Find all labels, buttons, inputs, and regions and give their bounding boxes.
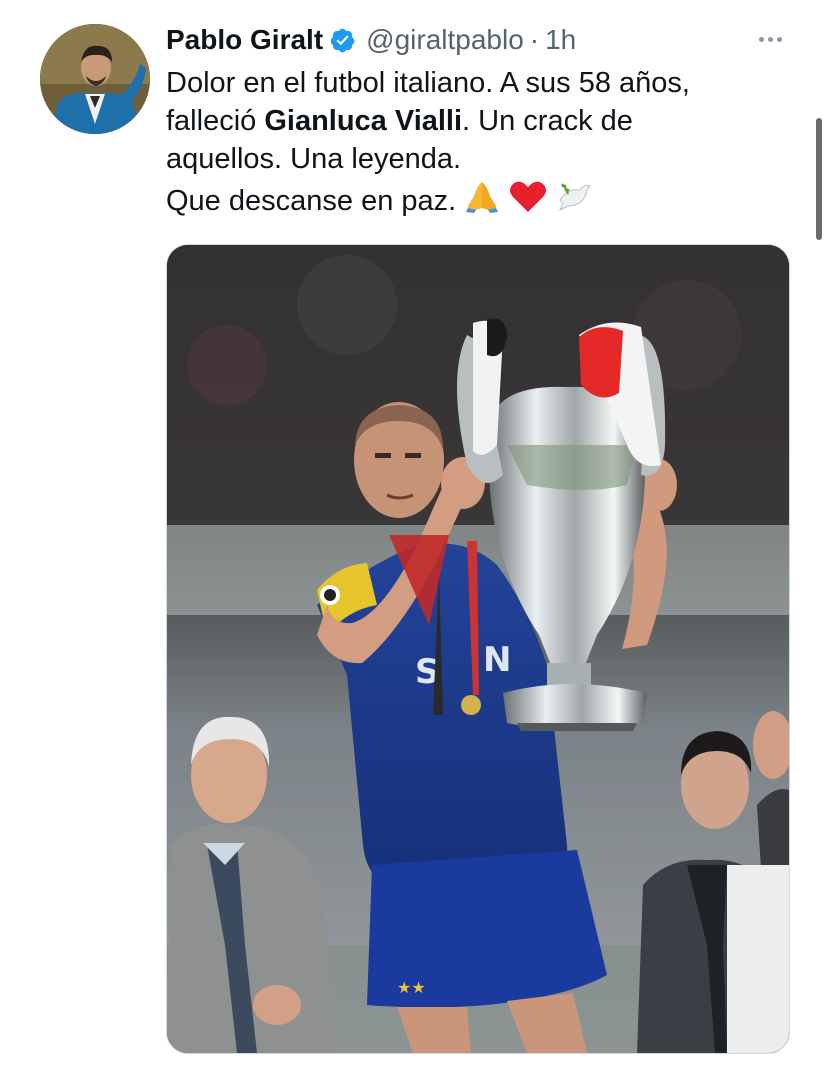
page-scrollbar[interactable] — [816, 118, 822, 240]
tweet-text-segment: falleció — [166, 105, 265, 137]
tweet-text-segment: Que descanse en paz. — [166, 185, 457, 217]
tweet-text-line-1: Dolor en el futbol italiano. A sus 58 añ… — [166, 67, 690, 99]
more-options-icon[interactable] — [752, 24, 788, 54]
tweet-text-line-2: falleció Gianluca Vialli. Un crack de — [166, 102, 796, 140]
dove-emoji — [559, 183, 592, 212]
tweet-text-line-4: Que descanse en paz. — [166, 178, 796, 220]
tweet-text: Dolor en el futbol italiano. A sus 58 añ… — [166, 64, 796, 220]
tweet[interactable]: Pablo Giralt @giraltpablo · 1h Dolor en … — [0, 0, 829, 1065]
red-heart-emoji — [510, 181, 547, 212]
svg-text:N: N — [483, 640, 511, 680]
tweet-header: Pablo Giralt @giraltpablo · 1h — [166, 20, 576, 60]
footballer-holding-trophy-photo: ★★ S N — [167, 245, 789, 1053]
tweet-timestamp[interactable]: 1h — [545, 24, 576, 56]
tweet-text-segment: . Un crack de — [462, 105, 633, 137]
verified-badge-icon — [330, 28, 355, 52]
author-display-name[interactable]: Pablo Giralt — [166, 24, 323, 56]
header-separator: · — [529, 24, 540, 55]
tweet-text-line-3: aquellos. Una leyenda. — [166, 143, 462, 175]
author-avatar[interactable] — [40, 24, 150, 134]
avatar-photo — [40, 24, 150, 134]
svg-text:★★: ★★ — [397, 978, 426, 997]
tweet-text-bold-name: Gianluca Vialli — [264, 105, 463, 137]
author-handle[interactable]: @giraltpablo — [366, 24, 524, 56]
folded-hands-emoji — [466, 182, 499, 213]
tweet-photo[interactable]: ★★ S N — [166, 244, 790, 1054]
